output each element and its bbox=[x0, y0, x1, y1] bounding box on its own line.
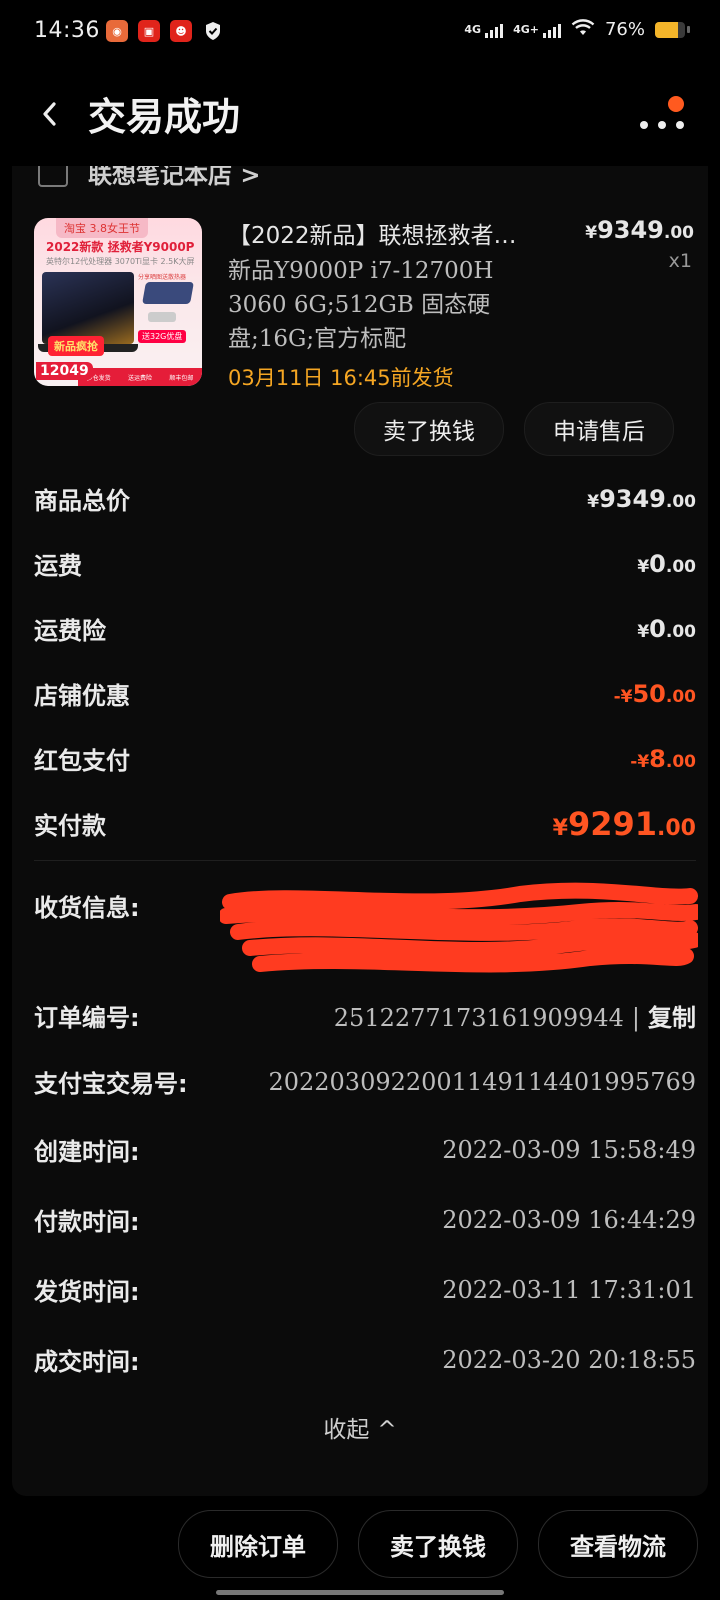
price-row-value: ¥0.00 bbox=[637, 614, 696, 643]
home-indicator[interactable] bbox=[216, 1590, 504, 1595]
shop-name[interactable]: 联想笔记本店 > bbox=[88, 166, 260, 190]
price-row-label: 实付款 bbox=[34, 812, 106, 840]
price-row-total: 实付款 ¥9291.00 bbox=[34, 791, 696, 856]
created-time-value: 2022-03-09 15:58:49 bbox=[442, 1135, 696, 1164]
ship-deadline: 03月11日 16:45前发货 bbox=[228, 366, 454, 390]
app-notification-icon: ◉ bbox=[106, 20, 128, 42]
thumb-sub: 英特尔12代处理器 3070Ti显卡 2.5K大屏 bbox=[46, 257, 195, 266]
app-notification-icon: ☻ bbox=[170, 20, 192, 42]
signal-icon bbox=[542, 22, 561, 38]
order-card: 联想笔记本店 > 淘宝 3.8女王节 2022新款 拯救者Y9000P 英特尔1… bbox=[12, 166, 708, 1496]
price-row: 运费 ¥0.00 bbox=[34, 531, 696, 596]
order-number-row: 订单编号: 2512277173161909944 | 复制 bbox=[34, 998, 696, 1033]
price-row-label: 运费 bbox=[34, 552, 82, 580]
thumb-strip-item: 顺丰包邮 bbox=[169, 374, 194, 382]
shop-row[interactable]: 联想笔记本店 > bbox=[38, 166, 260, 192]
laptop-image bbox=[38, 272, 138, 352]
bottom-action-bar: 删除订单 卖了换钱 查看物流 bbox=[0, 1496, 720, 1600]
shield-icon bbox=[202, 20, 224, 42]
price-row-value: ¥9349.00 bbox=[587, 484, 696, 513]
thumb-tag: 淘宝 3.8女王节 bbox=[56, 218, 148, 238]
chevron-up-icon: ^ bbox=[377, 1417, 397, 1443]
divider bbox=[34, 860, 696, 861]
price-int: 9349 bbox=[597, 216, 664, 244]
order-number-value: 2512277173161909944 | 复制 bbox=[333, 1004, 696, 1032]
chevron-left-icon bbox=[43, 102, 56, 126]
thumb-promo: 送32G优盘 bbox=[138, 330, 187, 343]
more-button[interactable] bbox=[634, 96, 690, 146]
product-thumbnail[interactable]: 淘宝 3.8女王节 2022新款 拯救者Y9000P 英特尔12代处理器 307… bbox=[34, 218, 202, 386]
price-row: 红包支付 -¥8.00 bbox=[34, 726, 696, 791]
created-time-row: 创建时间: 2022-03-09 15:58:49 bbox=[34, 1132, 696, 1167]
done-time-label: 成交时间: bbox=[34, 1348, 140, 1376]
collapse-toggle[interactable]: 收起 ^ bbox=[12, 1410, 708, 1444]
order-number-label: 订单编号: bbox=[34, 1004, 140, 1032]
price-row-value: ¥0.00 bbox=[637, 549, 696, 578]
network-label: 4G bbox=[464, 23, 482, 36]
thumb-model: 2022新款 拯救者Y9000P bbox=[46, 240, 195, 254]
app-notification-icon: ▣ bbox=[138, 20, 160, 42]
signal-icon bbox=[485, 22, 504, 38]
product-qty: x1 bbox=[668, 250, 692, 272]
product-price: ¥9349.00 bbox=[585, 216, 694, 244]
thumb-strip: 多仓发货 送运费险 顺丰包邮 bbox=[78, 368, 202, 386]
price-row-label: 红包支付 bbox=[34, 747, 130, 775]
total-paid-value: ¥9291.00 bbox=[552, 804, 696, 843]
sell-button[interactable]: 卖了换钱 bbox=[354, 402, 504, 456]
order-number: 2512277173161909944 bbox=[333, 1004, 624, 1032]
price-row-label: 运费险 bbox=[34, 617, 106, 645]
gift-image bbox=[138, 268, 198, 328]
copy-button[interactable]: 复制 bbox=[648, 1004, 696, 1032]
product-sku: 新品Y9000P i7-12700H 3060 6G;512GB 固态硬盘;16… bbox=[228, 258, 494, 352]
price-row-value: -¥8.00 bbox=[630, 744, 696, 773]
page-title: 交易成功 bbox=[88, 95, 241, 139]
sell-for-cash-button[interactable]: 卖了换钱 bbox=[358, 1510, 518, 1578]
paid-time-label: 付款时间: bbox=[34, 1208, 140, 1236]
product-title[interactable]: 【2022新品】联想拯救者… bbox=[228, 216, 558, 250]
price-row: 商品总价 ¥9349.00 bbox=[34, 466, 696, 531]
price-row: 运费险 ¥0.00 bbox=[34, 596, 696, 661]
alipay-value: 2022030922001149114401995769 bbox=[268, 1067, 696, 1096]
price-row: 店铺优惠 -¥50.00 bbox=[34, 661, 696, 726]
status-bar: 14:36 ◉ ▣ ☻ 4G 4G+ 76% bbox=[0, 0, 720, 66]
shipped-time-row: 发货时间: 2022-03-11 17:31:01 bbox=[34, 1272, 696, 1307]
more-dots-icon bbox=[640, 121, 648, 129]
price-row-value: -¥50.00 bbox=[613, 679, 696, 708]
price-row-label: 店铺优惠 bbox=[34, 682, 130, 710]
collapse-label: 收起 bbox=[323, 1417, 370, 1443]
battery-icon bbox=[655, 21, 690, 38]
price-currency: ¥ bbox=[585, 223, 598, 243]
price-breakdown: 商品总价 ¥9349.00 运费 ¥0.00 运费险 ¥0.00 店铺优惠 -¥… bbox=[34, 466, 696, 856]
wifi-icon bbox=[571, 18, 595, 41]
paid-time-row: 付款时间: 2022-03-09 16:44:29 bbox=[34, 1202, 696, 1237]
done-time-row: 成交时间: 2022-03-20 20:18:55 bbox=[34, 1342, 696, 1377]
battery-percent: 76% bbox=[604, 19, 645, 40]
status-indicators: 4G 4G+ 76% bbox=[464, 18, 690, 41]
status-time: 14:36 bbox=[34, 18, 100, 43]
done-time-value: 2022-03-20 20:18:55 bbox=[442, 1345, 696, 1374]
price-dec: .00 bbox=[663, 223, 694, 243]
back-button[interactable] bbox=[30, 94, 70, 134]
thumb-price: 12049 bbox=[36, 362, 93, 380]
after-sale-button[interactable]: 申请售后 bbox=[524, 402, 674, 456]
receiver-label: 收货信息: bbox=[34, 894, 140, 922]
thumb-strip-item: 送运费险 bbox=[127, 374, 152, 382]
alipay-label: 支付宝交易号: bbox=[34, 1070, 188, 1098]
shipped-time-label: 发货时间: bbox=[34, 1278, 140, 1306]
delete-order-button[interactable]: 删除订单 bbox=[178, 1510, 338, 1578]
shipped-time-value: 2022-03-11 17:31:01 bbox=[442, 1275, 696, 1304]
status-app-icons: ◉ ▣ ☻ bbox=[106, 20, 224, 42]
notification-badge bbox=[668, 96, 684, 112]
paid-time-value: 2022-03-09 16:44:29 bbox=[442, 1205, 696, 1234]
nav-header: 交易成功 bbox=[0, 66, 720, 166]
price-row-label: 商品总价 bbox=[34, 487, 130, 515]
redaction-scribble bbox=[220, 882, 698, 973]
alipay-row: 支付宝交易号: 2022030922001149114401995769 bbox=[34, 1064, 696, 1099]
shop-checkbox[interactable] bbox=[38, 166, 68, 187]
created-time-label: 创建时间: bbox=[34, 1138, 140, 1166]
network-label: 4G+ bbox=[513, 23, 539, 36]
thumb-hot: 新品疯抢 bbox=[48, 336, 104, 356]
view-logistics-button[interactable]: 查看物流 bbox=[538, 1510, 698, 1578]
